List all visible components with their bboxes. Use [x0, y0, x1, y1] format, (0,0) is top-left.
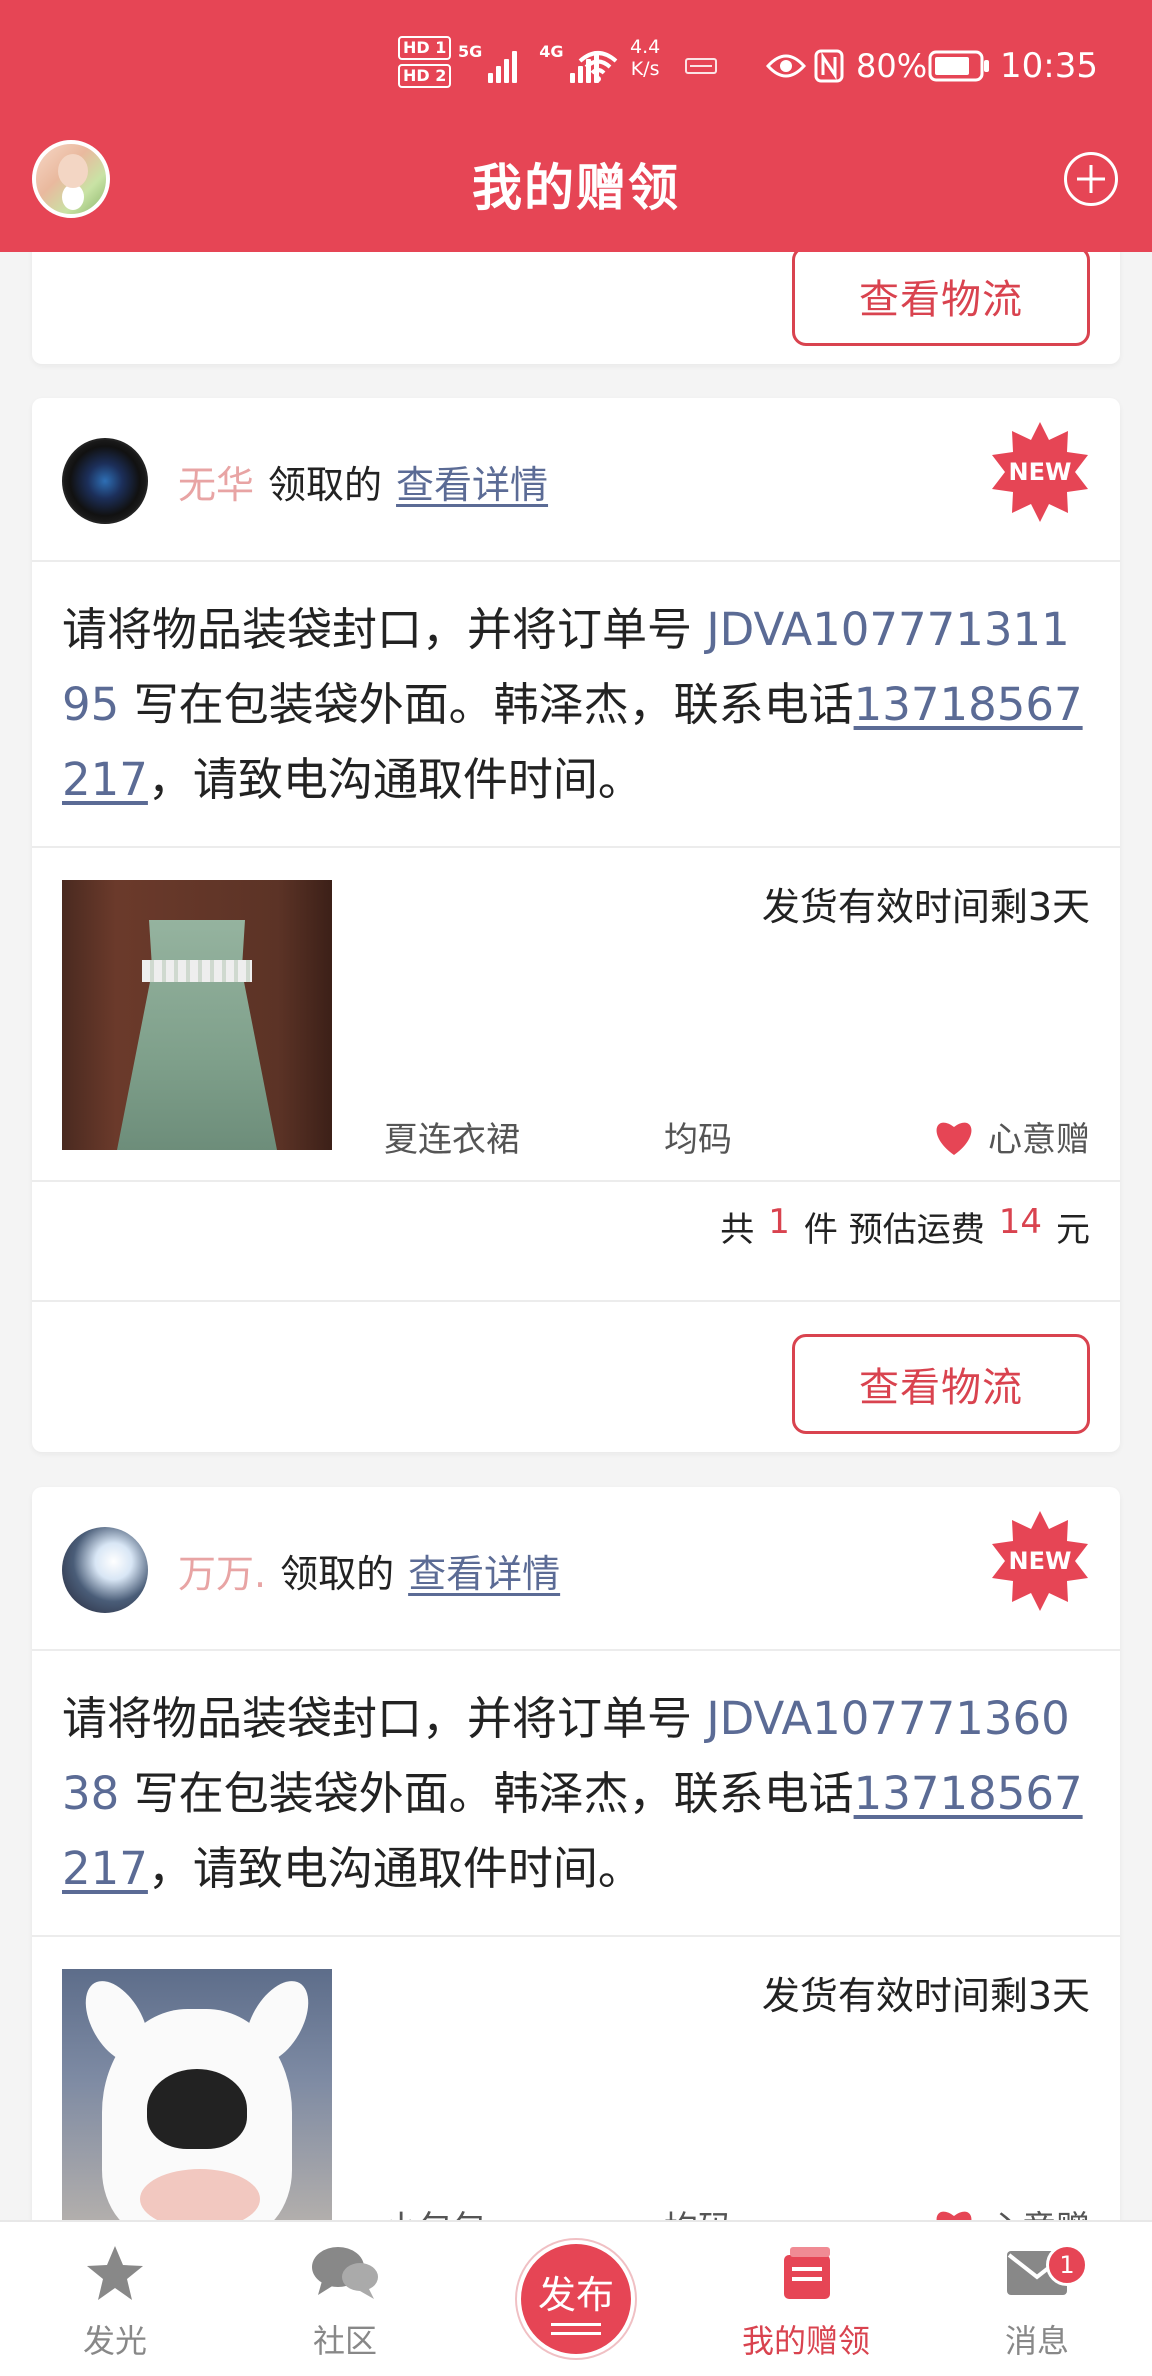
heart-icon [936, 1122, 972, 1155]
net-speed-value: 4.4 [630, 36, 661, 58]
item-size: 均码 [664, 1120, 732, 1160]
view-details-link[interactable]: 查看详情 [396, 454, 548, 509]
tab-glow[interactable]: 发光 [0, 2222, 230, 2376]
clock-time: 10:35 [1000, 46, 1098, 86]
nfc-icon [814, 36, 844, 96]
gift-type: 心意赠 [932, 1112, 1090, 1161]
publish-icon [551, 2322, 601, 2335]
wifi-icon [578, 36, 618, 96]
item-photo[interactable] [62, 880, 332, 1150]
bunny-face [147, 2069, 247, 2149]
claimer-name[interactable]: 无华 [178, 454, 254, 509]
divider [32, 846, 1120, 848]
shipping-deadline: 发货有效时间剩3天 [761, 885, 1090, 929]
summary-total-label: 共 [720, 1210, 755, 1250]
status-bar: HD 1 HD 2 5G 4G 4.4 K/s 80% 10:35 [0, 0, 1152, 130]
hd2-badge: HD 2 [398, 64, 452, 88]
claimer-row: 万万. 领取的 查看详情 [62, 1525, 560, 1615]
item-attributes: 夏连衣裙 均码 心意赠 [384, 1112, 1090, 1161]
tab-messages[interactable]: 1 消息 [922, 2222, 1152, 2376]
hd-badges: HD 1 HD 2 [398, 36, 452, 96]
new-badge-label: NEW [1008, 1547, 1072, 1575]
tab-my-gifts[interactable]: 我的赠领 [691, 2222, 921, 2376]
instruction-prefix: 请将物品装袋封口，并将订单号 [62, 1692, 707, 1745]
tab-label: 我的赠领 [741, 2322, 870, 2360]
item-name: 夏连衣裙 [384, 1120, 520, 1160]
app-header: HD 1 HD 2 5G 4G 4.4 K/s 80% 10:35 我的赠领 [0, 0, 1152, 252]
net-speed-unit: K/s [630, 58, 660, 80]
shipping-deadline: 发货有效时间剩3天 [761, 1974, 1090, 2018]
new-badge: NEW [990, 422, 1090, 522]
chat-bubbles-icon [310, 2238, 380, 2308]
divider [32, 1180, 1120, 1182]
dress-lace [142, 960, 252, 982]
tab-label: 发光 [82, 2322, 147, 2360]
divider [32, 560, 1120, 562]
divider [32, 1935, 1120, 1937]
summary-unit: 件 预估运费 [803, 1210, 985, 1250]
tab-label: 社区 [312, 2322, 377, 2360]
summary-currency: 元 [1056, 1210, 1090, 1250]
net-speed: 4.4 K/s [630, 36, 660, 96]
page-title: 我的赠领 [472, 159, 680, 217]
tab-community[interactable]: 社区 [230, 2222, 460, 2376]
view-details-link[interactable]: 查看详情 [408, 1543, 560, 1598]
gift-type-label: 心意赠 [988, 1120, 1090, 1160]
bottom-tab-bar: 发光 社区 发布 我的赠领 1 消息 [0, 2220, 1152, 2376]
instruction-prefix: 请将物品装袋封口，并将订单号 [62, 603, 707, 656]
item-photo[interactable] [62, 1969, 332, 2239]
divider [32, 1649, 1120, 1651]
view-logistics-button[interactable]: 查看物流 [792, 246, 1090, 346]
claimer-name[interactable]: 万万. [178, 1543, 266, 1598]
battery-percent: 80% [856, 47, 928, 85]
dress-shape [117, 920, 277, 1150]
packing-instruction: 请将物品装袋封口，并将订单号 JDVA10777136038 写在包装袋外面。韩… [62, 1681, 1092, 1906]
divider [32, 1300, 1120, 1302]
summary-fee: 14 [998, 1202, 1042, 1242]
unread-badge: 1 [1046, 2244, 1088, 2286]
summary-count: 1 [768, 1202, 790, 1242]
app-root: HD 1 HD 2 5G 4G 4.4 K/s 80% 10:35 我的赠领 查… [0, 0, 1152, 2376]
eye-icon [766, 36, 806, 96]
new-badge-label: NEW [1008, 458, 1072, 486]
signal-bars-icon [488, 49, 518, 83]
hd1-badge: HD 1 [398, 36, 452, 60]
claimed-label: 领取的 [268, 462, 383, 507]
tab-label: 消息 [1004, 2322, 1069, 2360]
star-icon [85, 2238, 145, 2308]
instruction-suffix: ，请致电沟通取件时间。 [147, 753, 643, 806]
gift-book-icon [776, 2238, 836, 2308]
new-badge: NEW [990, 1511, 1090, 1611]
claimer-avatar[interactable] [62, 438, 148, 524]
instruction-suffix: ，请致电沟通取件时间。 [147, 1842, 643, 1895]
battery-icon [928, 36, 990, 96]
claimer-avatar[interactable] [62, 1527, 148, 1613]
tab-publish[interactable]: 发布 [461, 2222, 691, 2376]
claimer-row: 无华 领取的 查看详情 [62, 436, 548, 526]
publish-label: 发布 [537, 2272, 614, 2317]
order-summary: 共 1 件 预估运费 14 元 [720, 1202, 1090, 1251]
instruction-mid: 写在包装袋外面。韩泽杰，联系电话 [119, 678, 854, 731]
claim-card: 无华 领取的 查看详情 NEW 请将物品装袋封口，并将订单号 JDVA10777… [32, 398, 1120, 1452]
signal-5g-label: 5G [458, 42, 483, 61]
app-mini-icon [684, 36, 718, 96]
add-circle-icon[interactable] [1064, 152, 1118, 206]
view-logistics-button[interactable]: 查看物流 [792, 1334, 1090, 1434]
packing-instruction: 请将物品装袋封口，并将订单号 JDVA10777131195 写在包装袋外面。韩… [62, 592, 1092, 817]
claimed-label: 领取的 [280, 1551, 395, 1596]
instruction-mid: 写在包装袋外面。韩泽杰，联系电话 [119, 1767, 854, 1820]
publish-button[interactable]: 发布 [517, 2240, 635, 2358]
signal-4g-label: 4G [539, 42, 564, 61]
